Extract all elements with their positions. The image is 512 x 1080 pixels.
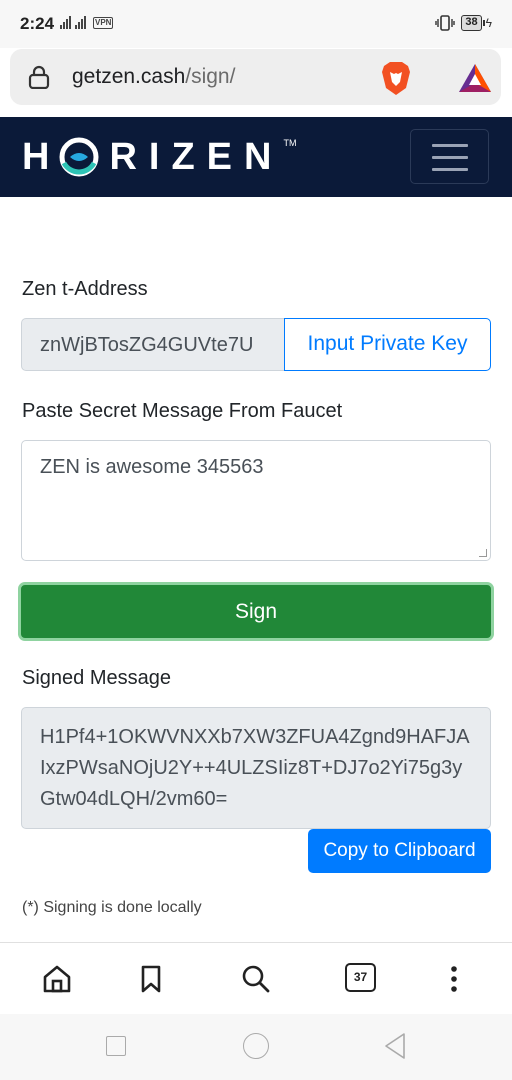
more-vertical-icon[interactable] [438,963,470,995]
secret-message-value: ZEN is awesome 345563 [40,456,264,478]
address-label: Zen t-Address [22,278,148,300]
copy-to-clipboard-button[interactable]: Copy to Clipboard [308,829,491,873]
url-host: getzen.cash [72,65,186,88]
tabs-icon[interactable]: 37 [345,963,376,992]
message-label: Paste Secret Message From Faucet [22,400,343,422]
vpn-icon: VPN [93,17,114,29]
charging-icon: ϟ [485,16,492,30]
menu-toggle-button[interactable] [410,129,489,184]
battery-level: 38 [461,15,482,31]
input-private-key-button[interactable]: Input Private Key [284,318,491,371]
status-right: 38 ϟ [435,15,492,31]
url-bar[interactable]: getzen.cash/sign/ [10,49,501,105]
secret-message-textarea[interactable]: ZEN is awesome 345563 [21,440,491,561]
url-path: /sign/ [185,65,236,88]
address-input[interactable]: znWjBTosZG4GUVte7U [21,318,285,371]
sign-button[interactable]: Sign [18,582,494,641]
logo-trademark: TM [283,138,297,148]
signal-icon-2 [75,15,86,29]
signal-icon [60,15,71,29]
back-icon[interactable] [383,1032,407,1060]
search-icon[interactable] [240,963,272,995]
horizen-logo[interactable]: H RIZEN TM [22,135,296,179]
home-icon[interactable] [41,963,73,995]
brave-shields-icon[interactable] [380,60,412,96]
signal-icons: VPN [60,15,114,29]
signed-message-label: Signed Message [22,667,171,689]
recents-icon[interactable] [106,1036,126,1056]
resize-handle-icon[interactable] [479,549,487,557]
brave-rewards-icon[interactable] [458,63,492,93]
lock-icon [28,65,50,89]
battery-icon: 38 ϟ [461,15,492,31]
home-nav-icon[interactable] [243,1033,269,1059]
signed-message-output[interactable]: H1Pf4+1OKWVNXXb7XW3ZFUA4Zgnd9HAFJAIxzPWs… [21,707,491,829]
local-signing-note: (*) Signing is done locally [22,899,202,916]
status-bar: 2:24 VPN 38 ϟ [0,0,512,48]
horizen-o-icon [59,137,99,177]
logo-text: RIZEN [109,135,284,178]
url-text[interactable]: getzen.cash/sign/ [72,65,235,89]
vibrate-icon [435,15,456,31]
logo-letter-h: H [22,135,62,178]
bookmark-icon[interactable] [135,963,167,995]
browser-toolbar [0,942,512,1014]
status-time: 2:24 [20,14,55,33]
